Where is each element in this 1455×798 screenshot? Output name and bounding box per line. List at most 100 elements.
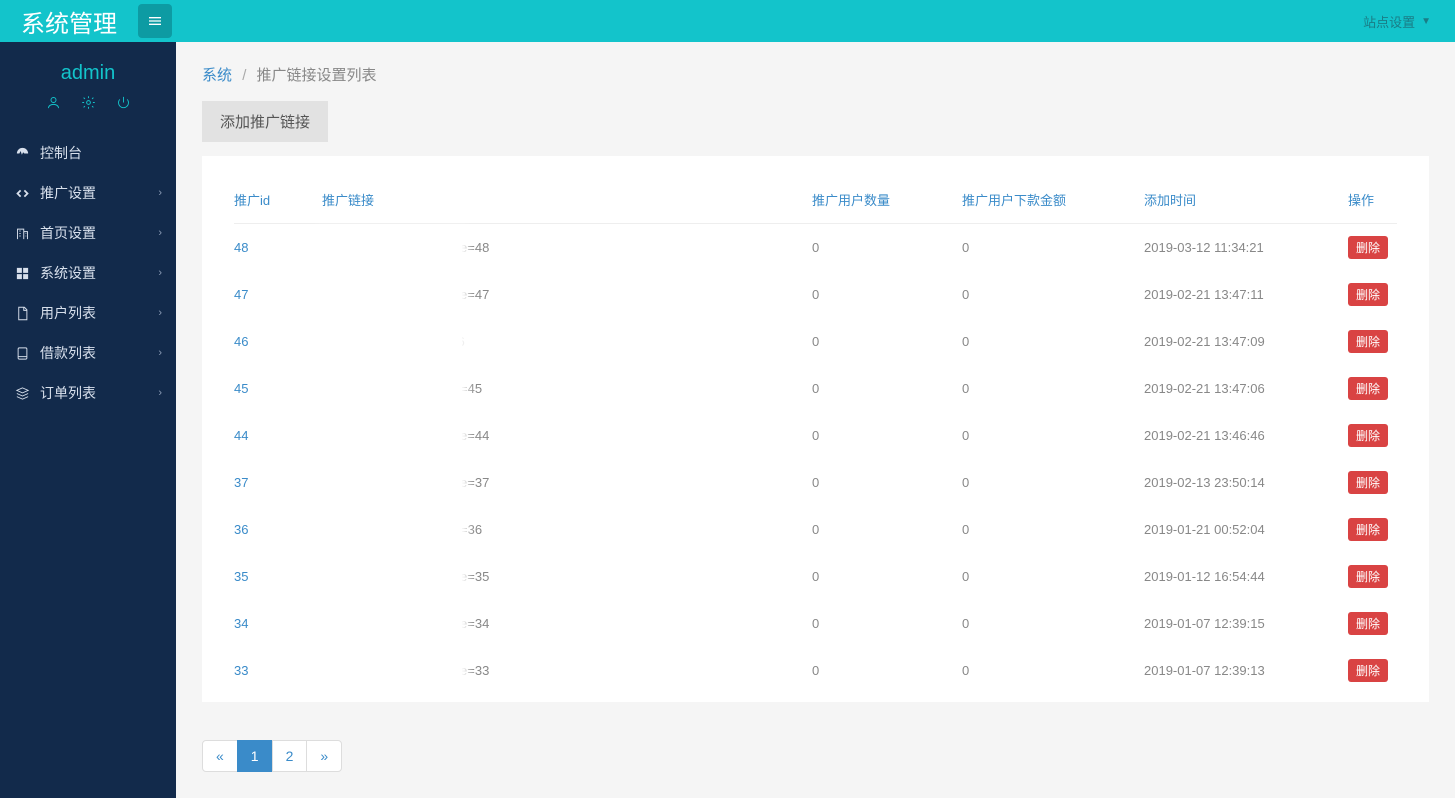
sidebar-item-grid[interactable]: 系统设置› xyxy=(0,253,176,293)
sidebar-item-stack[interactable]: 订单列表› xyxy=(0,373,176,413)
add-promo-link-button[interactable]: 添加推广链接 xyxy=(202,101,328,142)
dashboard-icon xyxy=(14,145,30,161)
user-block: admin xyxy=(0,42,176,125)
sidebar-item-label: 推广设置 xyxy=(40,183,96,203)
chevron-right-icon: › xyxy=(158,227,162,239)
site-settings-label: 站点设置 xyxy=(1363,12,1415,31)
th-amount[interactable]: 推广用户下款金额 xyxy=(962,180,1144,224)
chevron-down-icon: ▼ xyxy=(1421,16,1431,27)
user-settings-button[interactable] xyxy=(81,95,96,113)
table-row: 44ogin/register.html?source=44002019-02-… xyxy=(234,412,1397,459)
cell-link: ogin/register.html?source=33 xyxy=(322,647,812,694)
cell-id[interactable]: 35 xyxy=(234,553,322,600)
user-profile-button[interactable] xyxy=(46,95,61,113)
delete-button[interactable]: 删除 xyxy=(1348,236,1388,259)
cell-link: /register.html?source=46 xyxy=(322,318,812,365)
sidebar-item-label: 首页设置 xyxy=(40,223,96,243)
table-row: 45gin/register.html?source=45002019-02-2… xyxy=(234,365,1397,412)
delete-button[interactable]: 删除 xyxy=(1348,377,1388,400)
cell-amount: 0 xyxy=(962,224,1144,272)
power-icon xyxy=(116,95,131,110)
menu-toggle-button[interactable] xyxy=(138,4,172,38)
delete-button[interactable]: 删除 xyxy=(1348,659,1388,682)
sidebar-item-dashboard[interactable]: 控制台 xyxy=(0,133,176,173)
cell-operation: 删除 xyxy=(1348,224,1397,272)
breadcrumb-current: 推广链接设置列表 xyxy=(257,67,377,84)
promo-link-table: 推广id 推广链接 推广用户数量 推广用户下款金额 添加时间 操作 48ogin… xyxy=(234,180,1397,694)
table-row: 47ogin/register.html?source=47002019-02-… xyxy=(234,271,1397,318)
pagination-prev[interactable]: « xyxy=(202,740,238,772)
hamburger-icon xyxy=(147,13,163,29)
th-id[interactable]: 推广id xyxy=(234,180,322,224)
pagination-page-2[interactable]: 2 xyxy=(272,740,308,772)
cell-id[interactable]: 46 xyxy=(234,318,322,365)
table-row: 37ogin/register.html?source=37002019-02-… xyxy=(234,459,1397,506)
chevron-right-icon: › xyxy=(158,387,162,399)
cell-operation: 删除 xyxy=(1348,647,1397,694)
cell-id[interactable]: 48 xyxy=(234,224,322,272)
sidebar-item-code[interactable]: 推广设置 › xyxy=(0,173,176,213)
cell-amount: 0 xyxy=(962,553,1144,600)
cell-time: 2019-01-12 16:54:44 xyxy=(1144,553,1348,600)
sidebar-item-label: 系统设置 xyxy=(40,263,96,283)
delete-button[interactable]: 删除 xyxy=(1348,518,1388,541)
cell-operation: 删除 xyxy=(1348,459,1397,506)
main-content: 系统 / 推广链接设置列表 添加推广链接 推广id 推广链接 推广用户数量 推广… xyxy=(176,42,1455,798)
delete-button[interactable]: 删除 xyxy=(1348,612,1388,635)
cell-id[interactable]: 44 xyxy=(234,412,322,459)
delete-button[interactable]: 删除 xyxy=(1348,424,1388,447)
cell-time: 2019-01-07 12:39:13 xyxy=(1144,647,1348,694)
cell-id[interactable]: 37 xyxy=(234,459,322,506)
breadcrumb-root[interactable]: 系统 xyxy=(202,67,232,84)
cell-time: 2019-02-21 13:47:06 xyxy=(1144,365,1348,412)
th-link[interactable]: 推广链接 xyxy=(322,180,812,224)
cell-time: 2019-02-13 23:50:14 xyxy=(1144,459,1348,506)
pagination-page-1[interactable]: 1 xyxy=(237,740,273,772)
sidebar-nav: 控制台推广设置›首页设置›系统设置›用户列表›借款列表›订单列表› xyxy=(0,133,176,413)
cell-user-count: 0 xyxy=(812,318,962,365)
cell-id[interactable]: 36 xyxy=(234,506,322,553)
delete-button[interactable]: 删除 xyxy=(1348,471,1388,494)
cell-operation: 删除 xyxy=(1348,271,1397,318)
cell-user-count: 0 xyxy=(812,224,962,272)
delete-button[interactable]: 删除 xyxy=(1348,330,1388,353)
cell-id[interactable]: 45 xyxy=(234,365,322,412)
cell-id[interactable]: 33 xyxy=(234,647,322,694)
cell-operation: 删除 xyxy=(1348,600,1397,647)
cell-time: 2019-01-07 12:39:15 xyxy=(1144,600,1348,647)
cell-id[interactable]: 34 xyxy=(234,600,322,647)
delete-button[interactable]: 删除 xyxy=(1348,565,1388,588)
sidebar-item-tablet[interactable]: 借款列表› xyxy=(0,333,176,373)
table-row: 35ogin/register.html?source=35002019-01-… xyxy=(234,553,1397,600)
tablet-icon xyxy=(14,345,30,361)
file-icon xyxy=(14,305,30,321)
cell-link: ogin/register.html?source=37 xyxy=(322,459,812,506)
cell-link: ogin/register.html?source=35 xyxy=(322,553,812,600)
cell-user-count: 0 xyxy=(812,647,962,694)
table-row: 48ogin/register.html?source=48002019-03-… xyxy=(234,224,1397,272)
cell-link: gin/register.html?source=45 xyxy=(322,365,812,412)
cell-link: ogin/register.html?source=47 xyxy=(322,271,812,318)
sidebar-item-building[interactable]: 首页设置 › xyxy=(0,213,176,253)
th-time[interactable]: 添加时间 xyxy=(1144,180,1348,224)
user-icon xyxy=(46,95,61,110)
sidebar-item-file[interactable]: 用户列表› xyxy=(0,293,176,333)
breadcrumb-separator: / xyxy=(242,67,246,84)
grid-icon xyxy=(14,265,30,281)
th-user-count[interactable]: 推广用户数量 xyxy=(812,180,962,224)
th-operation[interactable]: 操作 xyxy=(1348,180,1397,224)
table-panel: 推广id 推广链接 推广用户数量 推广用户下款金额 添加时间 操作 48ogin… xyxy=(202,156,1429,702)
delete-button[interactable]: 删除 xyxy=(1348,283,1388,306)
cell-id[interactable]: 47 xyxy=(234,271,322,318)
cell-user-count: 0 xyxy=(812,365,962,412)
site-settings-dropdown[interactable]: 站点设置 ▼ xyxy=(1347,0,1447,42)
user-logout-button[interactable] xyxy=(116,95,131,113)
chevron-right-icon: › xyxy=(158,187,162,199)
cell-user-count: 0 xyxy=(812,459,962,506)
pagination-next[interactable]: » xyxy=(306,740,342,772)
cell-amount: 0 xyxy=(962,365,1144,412)
app-brand: 系统管理 xyxy=(0,4,130,39)
cell-user-count: 0 xyxy=(812,412,962,459)
stack-icon xyxy=(14,385,30,401)
cell-operation: 删除 xyxy=(1348,318,1397,365)
